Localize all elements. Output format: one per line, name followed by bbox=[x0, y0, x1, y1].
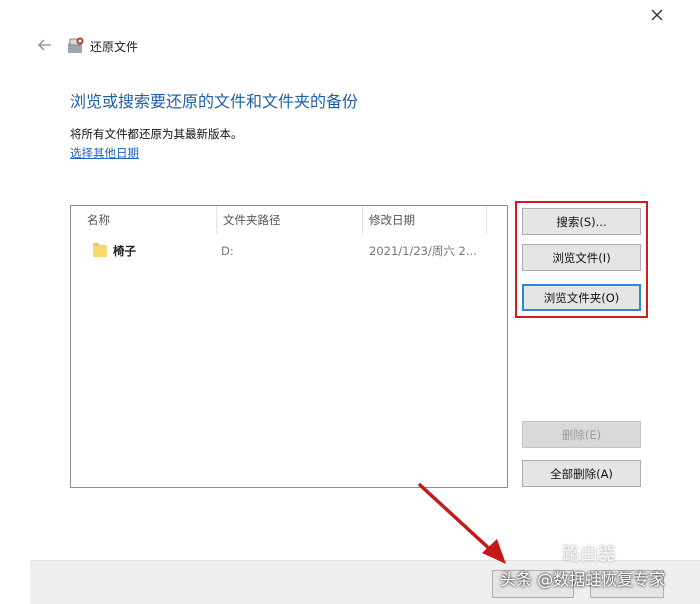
list-header: 名称 文件夹路径 修改日期 bbox=[71, 206, 507, 234]
close-button[interactable] bbox=[642, 2, 672, 28]
page-heading: 浏览或搜索要还原的文件和文件夹的备份 bbox=[70, 92, 359, 111]
back-arrow-icon bbox=[38, 39, 51, 51]
choose-other-date-link[interactable]: 选择其他日期 bbox=[70, 145, 139, 161]
back-button[interactable] bbox=[34, 34, 56, 56]
browse-folders-button[interactable]: 浏览文件夹(O) bbox=[522, 284, 641, 311]
watermark-logo: 路由器 bbox=[562, 544, 616, 565]
file-modified-date: 2021/1/23/周六 2... bbox=[369, 244, 477, 258]
column-header-folder-path[interactable]: 文件夹路径 bbox=[217, 206, 363, 234]
browse-files-button[interactable]: 浏览文件(I) bbox=[522, 244, 641, 271]
column-header-modified-date[interactable]: 修改日期 bbox=[363, 206, 487, 234]
folder-icon bbox=[93, 243, 107, 257]
delete-all-button[interactable]: 全部删除(A) bbox=[522, 460, 641, 487]
window-title: 还原文件 bbox=[90, 40, 139, 54]
file-name: 椅子 bbox=[113, 244, 136, 258]
file-name-cell: 椅子 bbox=[93, 238, 215, 264]
close-icon bbox=[651, 9, 663, 21]
file-row[interactable]: 椅子 D: 2021/1/23/周六 2... bbox=[71, 238, 507, 264]
file-list[interactable]: 名称 文件夹路径 修改日期 椅子 D: 2021/1/23/周六 2... bbox=[70, 205, 508, 488]
delete-button: 删除(E) bbox=[522, 421, 641, 448]
search-button[interactable]: 搜索(S)... bbox=[522, 208, 641, 235]
restore-note: 将所有文件都还原为其最新版本。 bbox=[70, 127, 243, 141]
column-header-name[interactable]: 名称 bbox=[71, 206, 217, 234]
backup-app-icon bbox=[66, 36, 86, 56]
file-path: D: bbox=[221, 244, 234, 258]
watermark-text: 头条 @数据蛙恢复专家 bbox=[500, 570, 666, 589]
